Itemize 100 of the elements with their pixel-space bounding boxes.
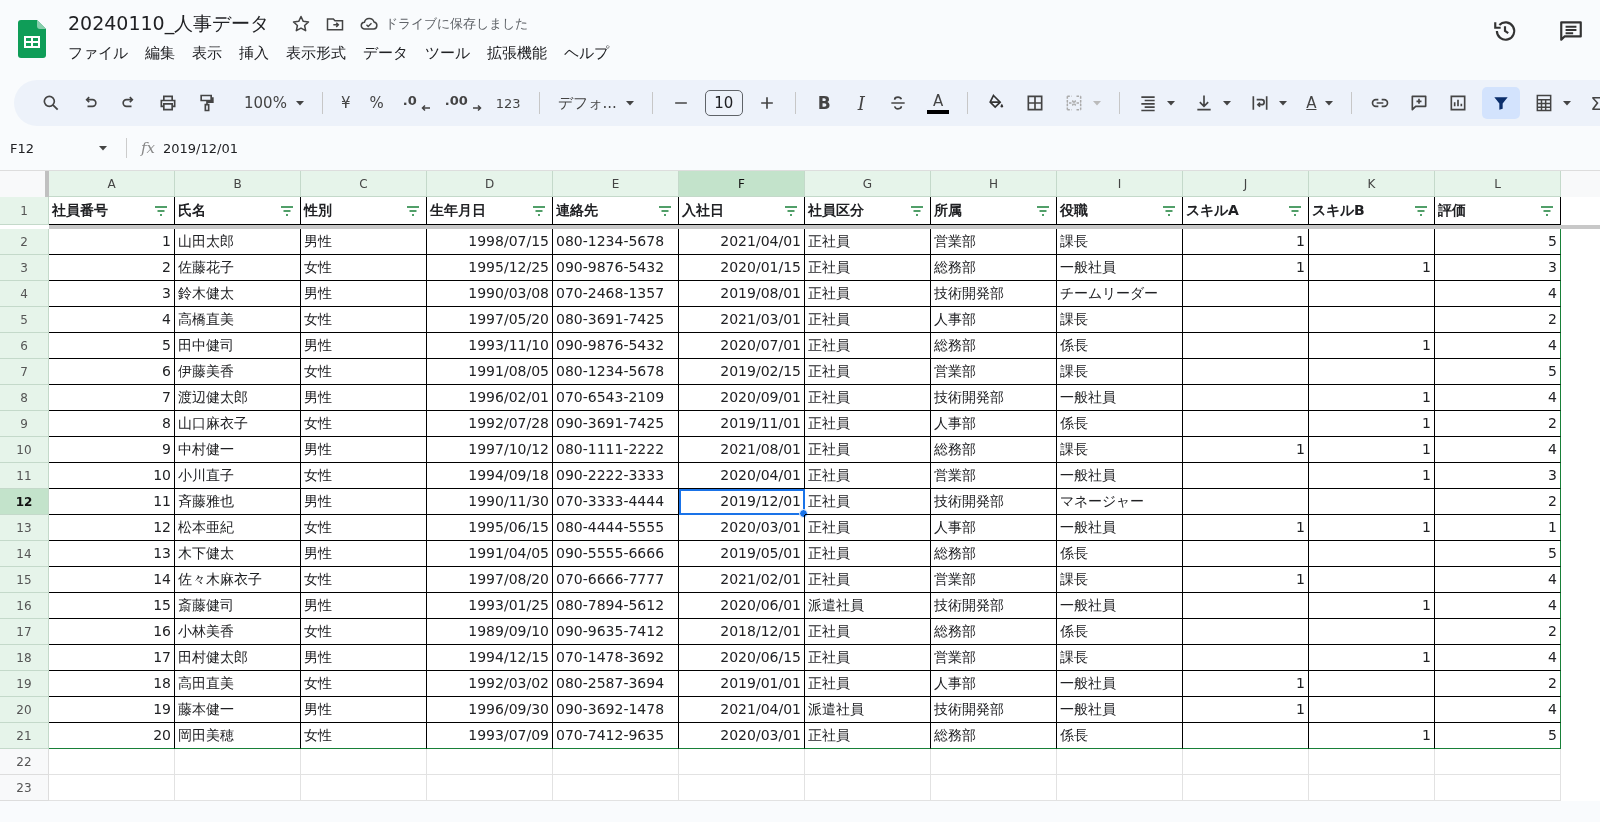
menu-item[interactable]: 拡張機能: [487, 44, 547, 63]
caret-icon[interactable]: [1278, 98, 1289, 108]
caret-icon[interactable]: [1562, 98, 1573, 108]
filter-icon[interactable]: [909, 204, 925, 217]
row-number[interactable]: 13: [0, 515, 49, 541]
filter-icon[interactable]: [1413, 204, 1429, 217]
filter-icon[interactable]: [783, 204, 799, 217]
column-header[interactable]: E: [553, 171, 679, 197]
caret-icon[interactable]: [1222, 98, 1233, 108]
row-number[interactable]: 23: [0, 775, 49, 801]
row-number[interactable]: 9: [0, 411, 49, 437]
column-header[interactable]: H: [931, 171, 1057, 197]
caret-icon[interactable]: [1166, 98, 1177, 108]
increase-decimal-button[interactable]: .00: [439, 92, 473, 108]
filter-icon[interactable]: [1035, 204, 1051, 217]
zoom-dropdown[interactable]: 100%: [239, 94, 292, 112]
bold-button[interactable]: B: [808, 93, 840, 113]
filter-icon[interactable]: [1161, 204, 1177, 217]
header-label: スキルB: [1312, 201, 1365, 220]
table-cell: 藤本健一: [175, 697, 301, 723]
filter-icon[interactable]: [531, 204, 547, 217]
menu-item[interactable]: 挿入: [239, 44, 269, 63]
decrease-decimal-button[interactable]: .0: [397, 92, 422, 108]
text-rotation-button[interactable]: A: [1301, 94, 1322, 112]
row-number[interactable]: 11: [0, 463, 49, 489]
row-number[interactable]: 5: [0, 307, 49, 333]
filter-icon[interactable]: [279, 204, 295, 217]
column-header[interactable]: I: [1057, 171, 1183, 197]
paint-format-icon[interactable]: [197, 93, 217, 113]
column-header[interactable]: J: [1183, 171, 1309, 197]
row-number[interactable]: 8: [0, 385, 49, 411]
column-header[interactable]: B: [175, 171, 301, 197]
number-format-button[interactable]: 123: [490, 95, 526, 111]
fill-handle[interactable]: [799, 509, 808, 518]
sheets-logo-icon[interactable]: [18, 20, 46, 58]
borders-icon[interactable]: [1025, 93, 1046, 113]
header-label: スキルA: [1186, 201, 1239, 220]
caret-icon[interactable]: [1324, 98, 1335, 108]
percent-button[interactable]: %: [364, 94, 389, 112]
column-header[interactable]: K: [1309, 171, 1435, 197]
row-number[interactable]: 15: [0, 567, 49, 593]
text-color-button[interactable]: A: [926, 92, 950, 114]
filter-icon[interactable]: [1287, 204, 1303, 217]
history-icon[interactable]: [1492, 18, 1518, 44]
formula-field[interactable]: 2019/12/01: [163, 140, 238, 156]
filter-icon[interactable]: [153, 204, 169, 217]
row-number[interactable]: 6: [0, 333, 49, 359]
row-number[interactable]: 17: [0, 619, 49, 645]
font-size-field[interactable]: 10: [704, 90, 743, 116]
table-cell: 派遣社員: [805, 697, 931, 723]
currency-button[interactable]: ¥: [335, 94, 356, 112]
caret-icon[interactable]: [294, 98, 305, 108]
name-box[interactable]: F12: [10, 140, 90, 156]
filter-button[interactable]: [1482, 87, 1521, 119]
row-number[interactable]: 20: [0, 697, 49, 723]
column-header[interactable]: G: [805, 171, 931, 197]
search-icon[interactable]: [41, 93, 61, 113]
menu-item[interactable]: ツール: [425, 44, 470, 63]
row-number[interactable]: 7: [0, 359, 49, 385]
menu-item[interactable]: 表示形式: [286, 44, 346, 63]
menu-item[interactable]: ヘルプ: [564, 44, 609, 63]
menu-item[interactable]: 編集: [145, 44, 175, 63]
print-icon[interactable]: [158, 93, 178, 113]
row-number[interactable]: 1: [0, 197, 49, 225]
row-number[interactable]: 2: [0, 229, 49, 255]
column-header[interactable]: L: [1435, 171, 1561, 197]
functions-button[interactable]: Σ: [1585, 92, 1600, 114]
row-number[interactable]: 21: [0, 723, 49, 749]
row-number[interactable]: 14: [0, 541, 49, 567]
row-number[interactable]: 3: [0, 255, 49, 281]
add-comment-icon[interactable]: [1409, 93, 1430, 113]
comment-icon[interactable]: [1558, 18, 1584, 44]
filter-icon[interactable]: [1539, 204, 1555, 217]
caret-icon[interactable]: [98, 143, 108, 153]
document-title[interactable]: 20240110_人事データ: [68, 11, 270, 37]
menu-item[interactable]: ファイル: [68, 44, 128, 63]
column-header[interactable]: A: [49, 171, 175, 197]
text-wrap-icon[interactable]: [1250, 93, 1271, 113]
row-number[interactable]: 18: [0, 645, 49, 671]
chart-icon[interactable]: [1448, 93, 1469, 113]
row-number[interactable]: 22: [0, 749, 49, 775]
font-dropdown[interactable]: デフォ...: [552, 93, 622, 113]
menu-item[interactable]: データ: [363, 44, 408, 63]
star-icon[interactable]: [291, 14, 312, 34]
column-header[interactable]: D: [427, 171, 553, 197]
caret-icon[interactable]: [624, 98, 635, 108]
row-number[interactable]: 19: [0, 671, 49, 697]
row-number[interactable]: 10: [0, 437, 49, 463]
column-header[interactable]: F: [679, 171, 805, 197]
italic-button[interactable]: I: [848, 92, 874, 114]
menu-item[interactable]: 表示: [192, 44, 222, 63]
table-cell: 一般社員: [1057, 671, 1183, 697]
filter-icon[interactable]: [657, 204, 673, 217]
filter-icon[interactable]: [405, 204, 421, 217]
row-number[interactable]: 12: [0, 489, 49, 515]
row-number[interactable]: 16: [0, 593, 49, 619]
column-header[interactable]: C: [301, 171, 427, 197]
row-number[interactable]: 4: [0, 281, 49, 307]
table-cell: 総務部: [931, 619, 1057, 645]
table-cell: 2020/09/01: [679, 385, 805, 411]
